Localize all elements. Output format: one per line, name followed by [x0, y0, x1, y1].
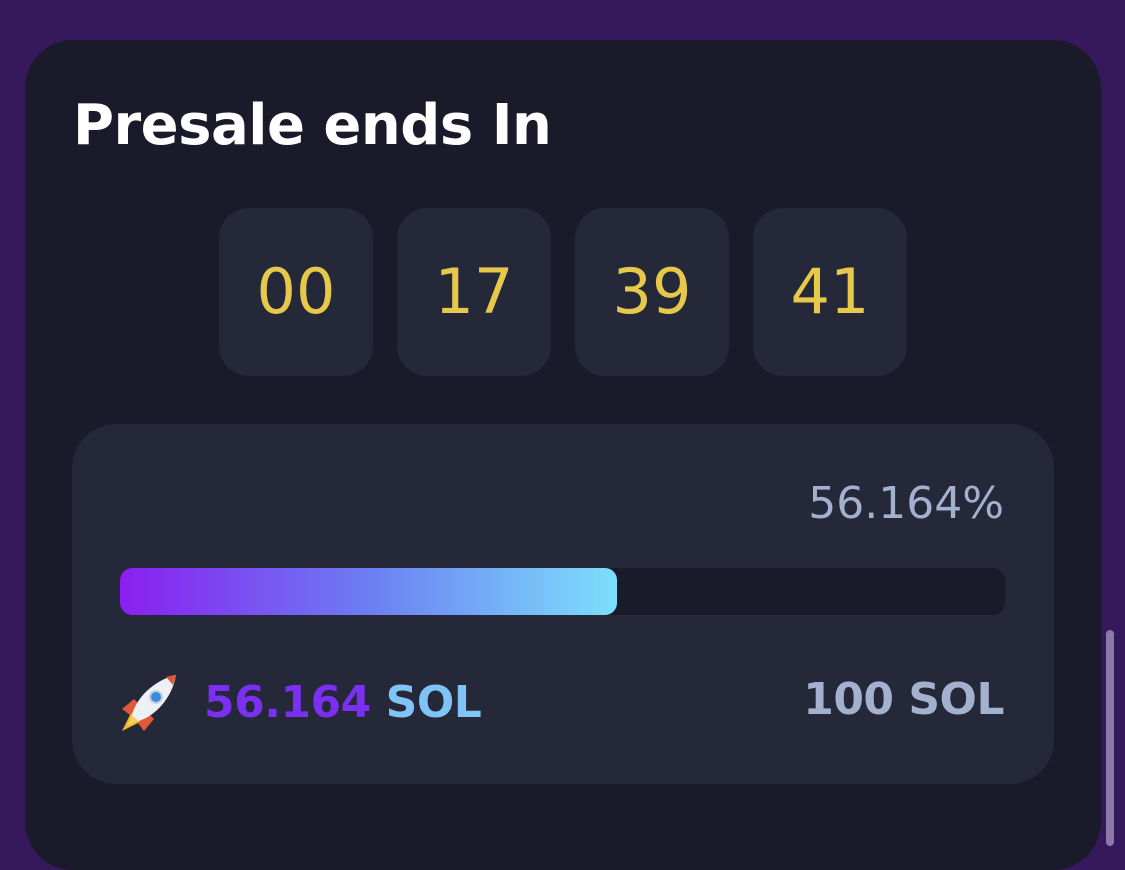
scrollbar[interactable]	[1106, 630, 1114, 846]
presale-title: Presale ends In	[73, 93, 552, 158]
progress-percent: 56.164%	[808, 478, 1004, 529]
presale-card: Presale ends In 00 17 39 41 56.164% 56.1…	[25, 40, 1101, 870]
progress-bar-fill	[120, 568, 618, 615]
countdown-hours: 17	[397, 208, 551, 376]
countdown-minutes: 39	[575, 208, 729, 376]
rocket-icon	[122, 675, 176, 731]
goal-amount: 100 SOL	[803, 674, 1004, 725]
countdown-seconds: 41	[753, 208, 907, 376]
raised-amount: 56.164 SOL	[204, 681, 482, 725]
raised-unit: SOL	[385, 677, 482, 728]
progress-bar	[120, 568, 1005, 615]
countdown-days: 00	[219, 208, 373, 376]
raised-amount-row: 56.164 SOL	[118, 668, 482, 738]
progress-panel: 56.164% 56.164 SOL 100 SOL	[72, 424, 1054, 784]
countdown-timer: 00 17 39 41	[219, 208, 907, 376]
raised-value: 56.164	[204, 677, 371, 728]
